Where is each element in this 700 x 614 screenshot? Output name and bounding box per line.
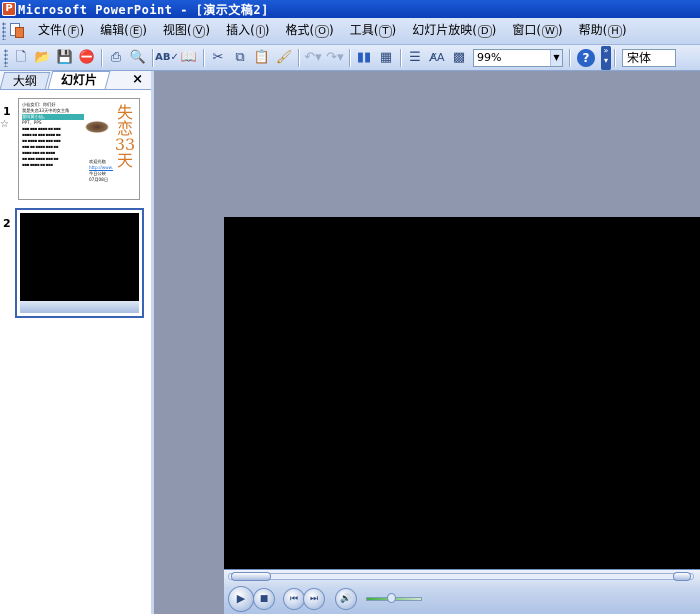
slide-1-text: 小仙女们：你们好 我是失恋33天中的女主角 我叫黄小仙。 PPT、PPS ▪▪▪…	[22, 102, 84, 168]
toolbar-separator	[152, 48, 153, 67]
grid-icon[interactable]: ▩	[449, 48, 469, 68]
powerpoint-icon[interactable]: P	[2, 2, 16, 16]
standard-toolbar: 🗋 📂 💾 ⛔ ⎙ 🔍 AB✓ 📖 ✂ ⧉ 📋 🖌 ↶▾ ↷▾ ▮▮ ▦ ☰ A…	[0, 45, 700, 71]
chevron-down-icon[interactable]: ▼	[550, 49, 562, 66]
menu-bar: 文件(F) 编辑(E) 视图(V) 插入(I) 格式(O) 工具(T) 幻灯片放…	[0, 18, 700, 45]
menu-grip[interactable]	[2, 22, 6, 40]
cut-icon[interactable]: ✂	[208, 48, 228, 68]
toolbar-separator	[349, 48, 350, 67]
redo-icon[interactable]: ↷▾	[325, 48, 345, 68]
menu-help[interactable]: 帮助(H)	[571, 17, 635, 45]
menu-tools[interactable]: 工具(T)	[342, 17, 405, 45]
next-icon[interactable]: ⏭	[303, 588, 325, 610]
toolbar-separator	[400, 48, 401, 67]
toolbar-options-icon[interactable]: » ▾	[601, 45, 611, 70]
undo-icon[interactable]: ↶▾	[303, 48, 323, 68]
seek-handle[interactable]	[231, 572, 271, 581]
paste-icon[interactable]: 📋	[252, 48, 272, 68]
previous-icon[interactable]: ⏮	[283, 588, 305, 610]
menu-format[interactable]: 格式(O)	[277, 17, 341, 45]
slide-editor: ▶ ■ ⏮ ⏭ 🔊	[154, 71, 700, 614]
stop-icon[interactable]: ■	[253, 588, 275, 610]
show-formatting-icon[interactable]: A̸A	[427, 48, 447, 68]
play-icon[interactable]: ▶	[228, 586, 254, 612]
save-icon[interactable]: 💾	[55, 48, 75, 68]
menu-edit[interactable]: 编辑(E)	[92, 17, 155, 45]
insert-chart-icon[interactable]: ▮▮	[354, 48, 374, 68]
tab-outline[interactable]: 大纲	[0, 72, 51, 89]
menu-file[interactable]: 文件(F)	[30, 17, 92, 45]
seek-bar[interactable]	[228, 572, 694, 581]
toolbar-separator	[101, 48, 102, 67]
window-title: Microsoft PowerPoint - [演示文稿2]	[18, 2, 269, 17]
copy-icon[interactable]: ⧉	[230, 48, 250, 68]
font-select[interactable]: 宋体	[622, 48, 676, 67]
menu-view[interactable]: 视图(V)	[155, 17, 218, 45]
research-icon[interactable]: 📖	[179, 48, 199, 68]
menu-window[interactable]: 窗口(W)	[504, 17, 570, 45]
format-painter-icon[interactable]: 🖌	[274, 48, 294, 68]
slides-pane: 大纲 幻灯片 × 1 ☆ 小仙女们：你们好 我是失恋33天中的女主角 我叫黄小仙…	[0, 71, 154, 614]
expand-icon[interactable]: ☰	[405, 48, 425, 68]
open-icon[interactable]: 📂	[33, 48, 53, 68]
print-icon[interactable]: ⎙	[106, 48, 126, 68]
slide-1-image	[85, 121, 109, 133]
document-icon[interactable]	[8, 23, 26, 39]
toolbar-separator	[203, 48, 204, 67]
seek-end-handle[interactable]	[673, 572, 691, 581]
slide-number: 2	[3, 217, 11, 230]
permission-icon[interactable]: ⛔	[77, 48, 97, 68]
help-icon[interactable]: ?	[577, 48, 595, 67]
pane-tabs: 大纲 幻灯片 ×	[0, 71, 151, 90]
current-slide[interactable]	[224, 217, 700, 569]
slide-number: 1	[3, 105, 11, 118]
animation-star-icon: ☆	[0, 119, 9, 130]
toolbar-separator	[614, 48, 615, 67]
new-icon[interactable]: 🗋	[11, 48, 31, 68]
slide-2-player-bar	[20, 301, 139, 313]
title-bar: P Microsoft PowerPoint - [演示文稿2]	[0, 0, 700, 18]
slide-2-preview	[20, 213, 139, 313]
menu-slideshow[interactable]: 幻灯片放映(D)	[404, 17, 504, 45]
mute-icon[interactable]: 🔊	[335, 588, 357, 610]
slide-thumbnail-2[interactable]	[15, 208, 144, 318]
close-icon[interactable]: ×	[132, 72, 143, 87]
media-player-controls: ▶ ■ ⏮ ⏭ 🔊	[224, 569, 700, 614]
spelling-icon[interactable]: AB✓	[155, 48, 179, 68]
slide-1-footer: 欢迎光临 http://www. 今日公映 07月08日	[89, 159, 114, 182]
volume-handle[interactable]	[387, 593, 396, 603]
toolbar-separator	[298, 48, 299, 67]
zoom-select[interactable]: 99% ▼	[473, 48, 563, 67]
slide-thumbnail-1[interactable]: 小仙女们：你们好 我是失恋33天中的女主角 我叫黄小仙。 PPT、PPS ▪▪▪…	[18, 98, 140, 200]
print-preview-icon[interactable]: 🔍	[128, 48, 148, 68]
menu-insert[interactable]: 插入(I)	[218, 17, 277, 45]
toolbar-grip[interactable]	[4, 48, 8, 67]
zoom-value: 99%	[477, 51, 502, 64]
tab-slides[interactable]: 幻灯片	[47, 71, 111, 89]
toolbar-separator	[569, 48, 570, 67]
insert-table-icon[interactable]: ▦	[376, 48, 396, 68]
